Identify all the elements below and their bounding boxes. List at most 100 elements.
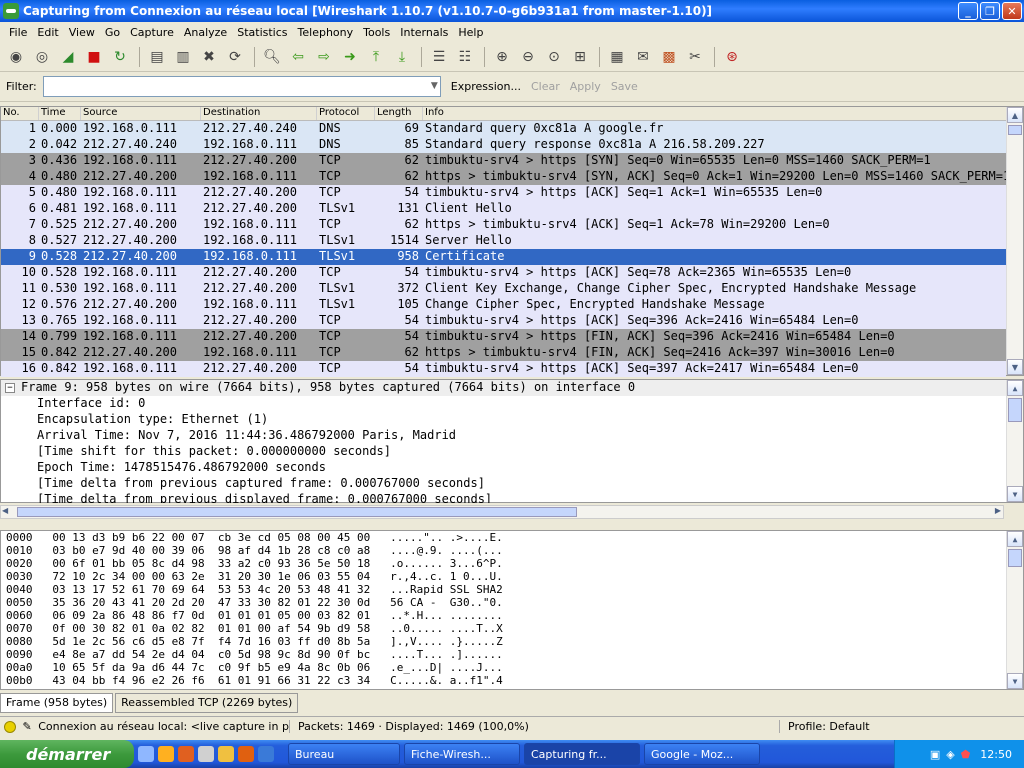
scroll-thumb[interactable] <box>1008 398 1022 422</box>
detail-line[interactable]: Arrival Time: Nov 7, 2016 11:44:36.48679… <box>1 428 1023 444</box>
go-last-icon[interactable]: ⤓ <box>390 45 414 69</box>
packet-row[interactable]: 16 0.842 192.168.0.111 212.27.40.200 TCP 54 ti… <box>1 361 1006 377</box>
hex-row[interactable]: 0040 03 13 17 52 61 70 69 64 53 53 4c 20… <box>1 583 1023 596</box>
zoom-normal-icon[interactable]: ⊙ <box>542 45 566 69</box>
taskbar-button-wireshark[interactable]: Capturing fr... <box>524 743 640 765</box>
detail-line[interactable]: [Time delta from previous captured frame… <box>1 476 1023 492</box>
app-icon[interactable] <box>198 746 214 762</box>
pdf-icon[interactable] <box>178 746 194 762</box>
ie-icon[interactable] <box>138 746 154 762</box>
clock[interactable]: 12:50 <box>980 748 1012 761</box>
find-icon[interactable]: 🔍︎ <box>260 45 284 69</box>
details-scrollbar[interactable]: ▲ ▼ <box>1006 380 1023 502</box>
menu-help[interactable]: Help <box>453 26 488 39</box>
menu-analyze[interactable]: Analyze <box>179 26 232 39</box>
hex-row[interactable]: 0030 72 10 2c 34 00 00 63 2e 31 20 30 1e… <box>1 570 1023 583</box>
save-button[interactable]: Save <box>611 80 638 93</box>
hscroll-thumb[interactable] <box>17 507 577 517</box>
minimize-button[interactable]: _ <box>958 2 978 20</box>
menu-tools[interactable]: Tools <box>358 26 395 39</box>
colorize-icon[interactable]: ☰ <box>427 45 451 69</box>
hex-row[interactable]: 0020 00 6f 01 bb 05 8c d4 98 33 a2 c0 93… <box>1 557 1023 570</box>
menu-edit[interactable]: Edit <box>32 26 63 39</box>
chevron-down-icon[interactable]: ▼ <box>431 81 438 91</box>
close-button[interactable]: ✕ <box>1002 2 1022 20</box>
packet-row[interactable]: 14 0.799 192.168.0.111 212.27.40.200 TCP 54 ti… <box>1 329 1006 345</box>
preferences-icon[interactable]: ✂ <box>683 45 707 69</box>
close-file-icon[interactable]: ✖ <box>197 45 221 69</box>
expression-button[interactable]: Expression... <box>451 80 521 93</box>
hex-row[interactable]: 0050 35 36 20 43 41 20 2d 20 47 33 30 82… <box>1 596 1023 609</box>
save-icon[interactable]: ▥ <box>171 45 195 69</box>
go-forward-icon[interactable]: ⇨ <box>312 45 336 69</box>
go-first-icon[interactable]: ⤒ <box>364 45 388 69</box>
packet-row[interactable]: 7 0.525 212.27.40.200 192.168.0.111 TCP 62 htt… <box>1 217 1006 233</box>
tray-icon[interactable]: ▣ <box>930 748 940 761</box>
zoom-out-icon[interactable]: ⊖ <box>516 45 540 69</box>
hex-row[interactable]: 0000 00 13 d3 b9 b6 22 00 07 cb 3e cd 05… <box>1 531 1023 544</box>
column-header-source[interactable]: Source <box>81 107 201 120</box>
autoscroll-icon[interactable]: ☷ <box>453 45 477 69</box>
packet-row[interactable]: 8 0.527 212.27.40.200 192.168.0.111 TLSv1 151… <box>1 233 1006 249</box>
hex-row[interactable]: 0070 0f 00 30 82 01 0a 02 82 01 01 00 af… <box>1 622 1023 635</box>
hex-scrollbar[interactable]: ▲ ▼ <box>1006 531 1023 689</box>
scroll-down-icon[interactable]: ▼ <box>1007 359 1023 375</box>
zoom-in-icon[interactable]: ⊕ <box>490 45 514 69</box>
display-filters-icon[interactable]: ✉ <box>631 45 655 69</box>
firefox-icon[interactable] <box>238 746 254 762</box>
menu-file[interactable]: File <box>4 26 32 39</box>
scroll-thumb[interactable] <box>1008 125 1022 135</box>
menu-telephony[interactable]: Telephony <box>293 26 359 39</box>
packet-row[interactable]: 3 0.436 192.168.0.111 212.27.40.200 TCP 62 tim… <box>1 153 1006 169</box>
column-header-destination[interactable]: Destination <box>201 107 317 120</box>
status-profile[interactable]: Profile: Default <box>780 720 870 733</box>
taskbar-button-bureau[interactable]: Bureau <box>288 743 400 765</box>
scroll-up-icon[interactable]: ▲ <box>1007 380 1023 396</box>
frame-tree-node[interactable]: − Frame 9: 958 bytes on wire (7664 bits),… <box>1 380 1023 396</box>
go-back-icon[interactable]: ⇦ <box>286 45 310 69</box>
column-header-no[interactable]: No. <box>1 107 39 120</box>
hex-row[interactable]: 0090 e4 8e a7 dd 54 2e d4 04 c0 5d 98 9c… <box>1 648 1023 661</box>
clear-button[interactable]: Clear <box>531 80 560 93</box>
start-button[interactable]: démarrer <box>0 740 134 768</box>
menu-statistics[interactable]: Statistics <box>232 26 292 39</box>
coloring-rules-icon[interactable]: ▩ <box>657 45 681 69</box>
menu-view[interactable]: View <box>64 26 100 39</box>
detail-line[interactable]: Encapsulation type: Ethernet (1) <box>1 412 1023 428</box>
scroll-right-icon[interactable]: ▶ <box>995 506 1001 515</box>
wireshark-icon[interactable] <box>258 746 274 762</box>
go-to-packet-icon[interactable]: ➜ <box>338 45 362 69</box>
detail-line[interactable]: Epoch Time: 1478515476.486792000 seconds <box>1 460 1023 476</box>
packet-row[interactable]: 11 0.530 192.168.0.111 212.27.40.200 TLSv1 37… <box>1 281 1006 297</box>
packet-row[interactable]: 13 0.765 192.168.0.111 212.27.40.200 TCP 54 ti… <box>1 313 1006 329</box>
tray-icon[interactable]: ◈ <box>946 748 954 761</box>
collapse-icon[interactable]: − <box>5 382 15 393</box>
hex-row[interactable]: 0010 03 b0 e7 9d 40 00 39 06 98 af d4 1b… <box>1 544 1023 557</box>
packet-list-scrollbar[interactable]: ▲ ▼ <box>1006 107 1023 375</box>
packet-row[interactable]: 6 0.481 192.168.0.111 212.27.40.200 TLSv1 131… <box>1 201 1006 217</box>
packet-row[interactable]: 9 0.528 212.27.40.200 192.168.0.111 TLSv1 958… <box>1 249 1006 265</box>
scroll-thumb[interactable] <box>1008 549 1022 567</box>
menu-capture[interactable]: Capture <box>125 26 179 39</box>
hex-row[interactable]: 00a0 10 65 5f da 9a d6 44 7c c0 9f b5 e9… <box>1 661 1023 674</box>
resize-columns-icon[interactable]: ⊞ <box>568 45 592 69</box>
packet-row[interactable]: 5 0.480 192.168.0.111 212.27.40.200 TCP 54 tim… <box>1 185 1006 201</box>
filter-input[interactable]: ▼ <box>42 76 441 97</box>
detail-line[interactable]: Interface id: 0 <box>1 396 1023 412</box>
packet-row[interactable]: 2 0.042 212.27.40.240 192.168.0.111 DNS 85 Sta… <box>1 137 1006 153</box>
column-header-length[interactable]: Length <box>375 107 423 120</box>
maximize-button[interactable]: ❐ <box>980 2 1000 20</box>
media-player-icon[interactable] <box>158 746 174 762</box>
packet-row[interactable]: 15 0.842 212.27.40.200 192.168.0.111 TCP 62 ht… <box>1 345 1006 361</box>
stop-capture-icon[interactable]: ■ <box>82 45 106 69</box>
column-header-time[interactable]: Time <box>39 107 81 120</box>
packet-row[interactable]: 4 0.480 212.27.40.200 192.168.0.111 TCP 62 htt… <box>1 169 1006 185</box>
open-icon[interactable]: ▤ <box>145 45 169 69</box>
scroll-up-icon[interactable]: ▲ <box>1007 531 1023 547</box>
scroll-up-icon[interactable]: ▲ <box>1007 107 1023 123</box>
taskbar-button-fiche[interactable]: Fiche-Wiresh... <box>404 743 520 765</box>
packet-row[interactable]: 1 0.000 192.168.0.111 212.27.40.240 DNS 69 Sta… <box>1 121 1006 137</box>
folder-icon[interactable] <box>218 746 234 762</box>
apply-button[interactable]: Apply <box>570 80 601 93</box>
interfaces-icon[interactable]: ◉ <box>4 45 28 69</box>
